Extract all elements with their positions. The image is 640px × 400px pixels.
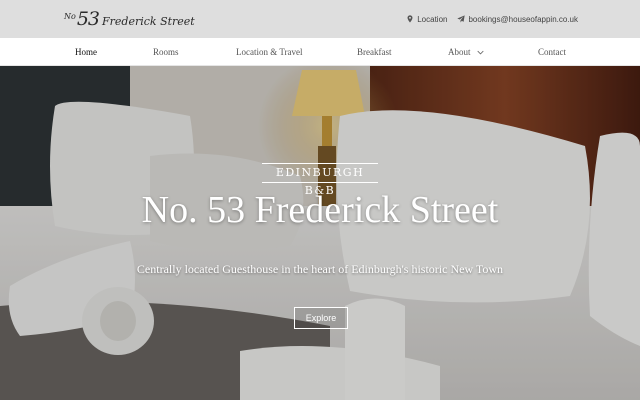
map-pin-icon [407, 15, 413, 23]
nav-about[interactable]: About [448, 38, 484, 66]
logo-number: 53 [76, 8, 100, 30]
location-link[interactable]: Location [406, 15, 447, 24]
email-link[interactable]: bookings@houseofappin.co.uk [457, 15, 578, 24]
hero-content: EDINBURGH B&B No. 53 Frederick Street Ce… [0, 66, 640, 400]
top-bar: No 53 Frederick Street Location bookings… [0, 0, 640, 38]
location-label: Location [417, 14, 448, 24]
site-logo[interactable]: No 53 Frederick Street [64, 8, 195, 30]
nav-about-label: About [448, 47, 471, 57]
nav-rooms[interactable]: Rooms [153, 38, 179, 66]
email-address: bookings@houseofappin.co.uk [468, 14, 578, 24]
contact-info: Location bookings@houseofappin.co.uk [406, 15, 578, 24]
hero-tag: EDINBURGH B&B [262, 163, 378, 197]
hero-subtitle: Centrally located Guesthouse in the hear… [136, 262, 504, 276]
paper-plane-icon [457, 15, 466, 23]
nav-home[interactable]: Home [75, 38, 97, 66]
hero-title: No. 53 Frederick Street [141, 189, 499, 231]
hero-section: EDINBURGH B&B No. 53 Frederick Street Ce… [0, 66, 640, 400]
logo-street: Frederick Street [102, 15, 195, 28]
logo-prefix: No [64, 12, 76, 21]
nav-breakfast[interactable]: Breakfast [357, 38, 391, 66]
chevron-down-icon [477, 51, 484, 55]
nav-contact[interactable]: Contact [538, 38, 566, 66]
explore-button[interactable]: Explore [294, 307, 348, 329]
main-nav: Home Rooms Location & Travel Breakfast A… [0, 38, 640, 66]
nav-location-travel[interactable]: Location & Travel [236, 38, 303, 66]
